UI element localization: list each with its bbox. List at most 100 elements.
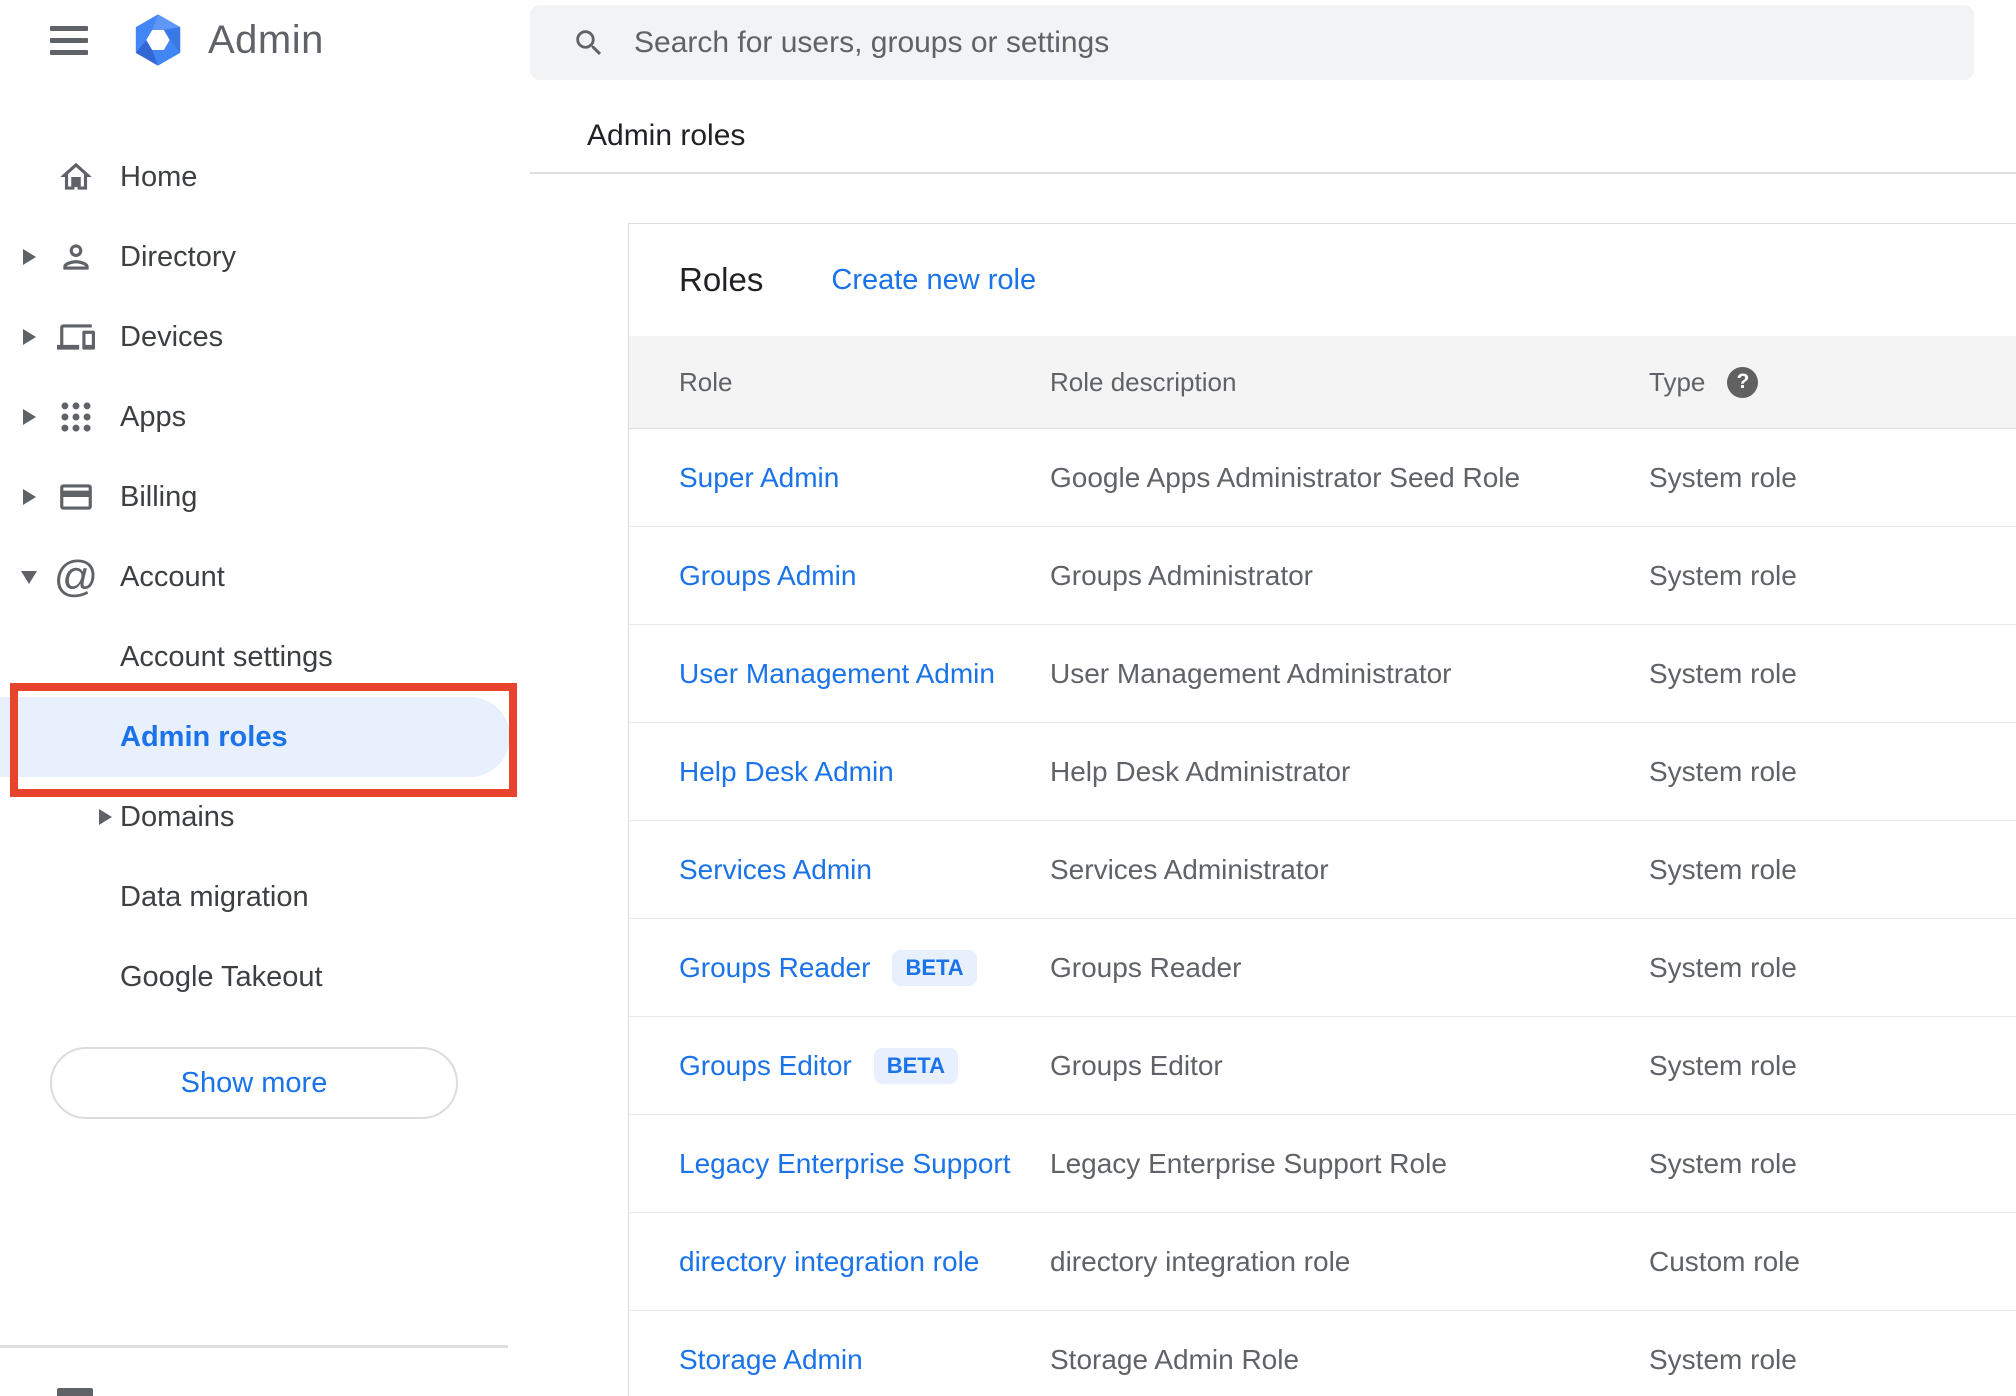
table-row: Groups Editor BETA Groups Editor System rol… xyxy=(629,1017,2016,1115)
role-link[interactable]: User Management Admin xyxy=(679,658,995,690)
role-type-cell: System role xyxy=(1649,559,1797,591)
role-description-cell: User Management Administrator xyxy=(1050,657,1452,689)
sidebar-item-label: Apps xyxy=(120,400,187,433)
role-description-cell: Groups Administrator xyxy=(1050,559,1313,591)
table-row: User Management Admin User Management Adm… xyxy=(629,625,2016,723)
role-link[interactable]: Services Admin xyxy=(679,854,872,886)
role-link[interactable]: Groups Reader xyxy=(679,952,870,984)
sidebar-item-account[interactable]: @ Account xyxy=(0,537,530,617)
create-new-role-link[interactable]: Create new role xyxy=(831,264,1036,297)
sidebar-item-label: Data migration xyxy=(120,880,309,913)
role-link[interactable]: Storage Admin xyxy=(679,1344,863,1376)
table-row: Groups Reader BETA Groups Reader System rol… xyxy=(629,919,2016,1017)
sidebar-item-devices[interactable]: Devices xyxy=(0,297,530,377)
column-header-role-description: Role description xyxy=(1050,366,1237,397)
role-type-cell: System role xyxy=(1649,461,1797,493)
sidebar-item-label: Google Takeout xyxy=(120,960,323,993)
app-title: Admin xyxy=(208,17,324,62)
table-row: Super Admin Google Apps Administrator See… xyxy=(629,429,2016,527)
admin-logo-icon xyxy=(135,14,181,66)
table-body: Super Admin Google Apps Administrator See… xyxy=(629,429,2016,1396)
credit-card-icon xyxy=(55,474,97,520)
show-more-button[interactable]: Show more xyxy=(50,1047,458,1119)
roles-card: Roles Create new role Role Role descript… xyxy=(628,223,2016,1396)
sidebar: Admin Home Directory Devices Apps Billing @ Ac… xyxy=(0,0,530,1396)
search-bar xyxy=(530,5,1974,80)
help-icon[interactable]: ? xyxy=(1727,366,1759,398)
sidebar-item-label: Home xyxy=(120,160,198,193)
role-type-cell: System role xyxy=(1649,951,1797,983)
role-link[interactable]: Groups Editor xyxy=(679,1050,852,1082)
sidebar-item-account-settings[interactable]: Account settings xyxy=(0,617,530,697)
sidebar-item-label: Account settings xyxy=(120,640,333,673)
expand-arrow-icon[interactable] xyxy=(20,409,38,425)
sidebar-item-data-migration[interactable]: Data migration xyxy=(0,857,530,937)
sidebar-item-label: Account xyxy=(120,560,225,593)
table-header-row: Role Role description Type ? xyxy=(629,336,2016,429)
breadcrumb: Admin roles xyxy=(587,119,746,152)
sidebar-item-billing[interactable]: Billing xyxy=(0,457,530,537)
role-type-cell: System role xyxy=(1649,657,1797,689)
sidebar-item-directory[interactable]: Directory xyxy=(0,217,530,297)
role-type-cell: Custom role xyxy=(1649,1245,1800,1277)
table-row: Groups Admin Groups Administrator System r… xyxy=(629,527,2016,625)
roles-heading: Roles xyxy=(679,261,764,298)
role-type-cell: System role xyxy=(1649,853,1797,885)
beta-badge: BETA xyxy=(873,1047,959,1084)
column-header-type: Type ? xyxy=(1649,366,2016,398)
role-description-cell: Legacy Enterprise Support Role xyxy=(1050,1147,1447,1179)
role-description-cell: Google Apps Administrator Seed Role xyxy=(1050,461,1521,493)
sidebar-item-label: Admin roles xyxy=(120,720,288,753)
top-divider xyxy=(530,172,2016,174)
sidebar-item-domains[interactable]: Domains xyxy=(0,777,530,857)
sidebar-item-label: Devices xyxy=(120,320,224,353)
person-icon xyxy=(55,234,97,280)
role-description-cell: Groups Editor xyxy=(1050,1049,1223,1081)
role-link[interactable]: Super Admin xyxy=(679,462,839,494)
table-row: Legacy Enterprise Support Legacy Enterpri… xyxy=(629,1115,2016,1213)
expand-arrow-icon[interactable] xyxy=(96,809,114,825)
sidebar-item-label: Directory xyxy=(120,240,237,273)
sidebar-item-label: Domains xyxy=(120,800,235,833)
role-description-cell: Help Desk Administrator xyxy=(1050,755,1351,787)
expand-arrow-icon[interactable] xyxy=(20,329,38,345)
role-description-cell: directory integration role xyxy=(1050,1245,1351,1277)
role-description-cell: Storage Admin Role xyxy=(1050,1343,1300,1375)
sidebar-item-google-takeout[interactable]: Google Takeout xyxy=(0,937,530,1017)
search-icon xyxy=(576,29,602,55)
sidebar-nav: Home Directory Devices Apps Billing @ Account A… xyxy=(0,137,530,1017)
expand-arrow-icon[interactable] xyxy=(20,249,38,265)
role-description-cell: Groups Reader xyxy=(1050,951,1242,983)
devices-icon xyxy=(55,314,97,360)
role-link[interactable]: Legacy Enterprise Support xyxy=(679,1148,1011,1180)
role-type-cell: System role xyxy=(1649,1343,1797,1375)
role-link[interactable]: directory integration role xyxy=(679,1246,979,1278)
roles-card-header: Roles Create new role xyxy=(629,224,2016,336)
search-input[interactable] xyxy=(634,25,1884,60)
column-header-role: Role xyxy=(679,366,733,397)
apps-grid-icon xyxy=(55,394,97,440)
role-type-cell: System role xyxy=(1649,755,1797,787)
role-type-cell: System role xyxy=(1649,1049,1797,1081)
sidebar-bottom-divider xyxy=(0,1345,508,1348)
role-type-cell: System role xyxy=(1649,1147,1797,1179)
partial-sidebar-icon xyxy=(57,1388,93,1396)
role-description-cell: Services Administrator xyxy=(1050,853,1329,885)
expand-arrow-icon[interactable] xyxy=(20,489,38,505)
table-row: Help Desk Admin Help Desk Administrator Sy… xyxy=(629,723,2016,821)
sidebar-item-label: Billing xyxy=(120,480,198,513)
sidebar-item-admin-roles[interactable]: Admin roles xyxy=(0,697,530,777)
table-row: Storage Admin Storage Admin Role System ro… xyxy=(629,1311,2016,1396)
beta-badge: BETA xyxy=(892,949,977,986)
collapse-arrow-icon[interactable] xyxy=(20,570,38,584)
role-link[interactable]: Groups Admin xyxy=(679,560,856,592)
sidebar-item-home[interactable]: Home xyxy=(0,137,530,217)
home-icon xyxy=(55,154,97,200)
role-link[interactable]: Help Desk Admin xyxy=(679,756,894,788)
brand-bar: Admin xyxy=(0,0,324,80)
hamburger-menu-icon[interactable] xyxy=(50,25,90,55)
at-sign-icon: @ xyxy=(53,552,99,601)
sidebar-item-apps[interactable]: Apps xyxy=(0,377,530,457)
table-row: Services Admin Services Administrator Syst… xyxy=(629,821,2016,919)
table-row: directory integration role directory inte… xyxy=(629,1213,2016,1311)
